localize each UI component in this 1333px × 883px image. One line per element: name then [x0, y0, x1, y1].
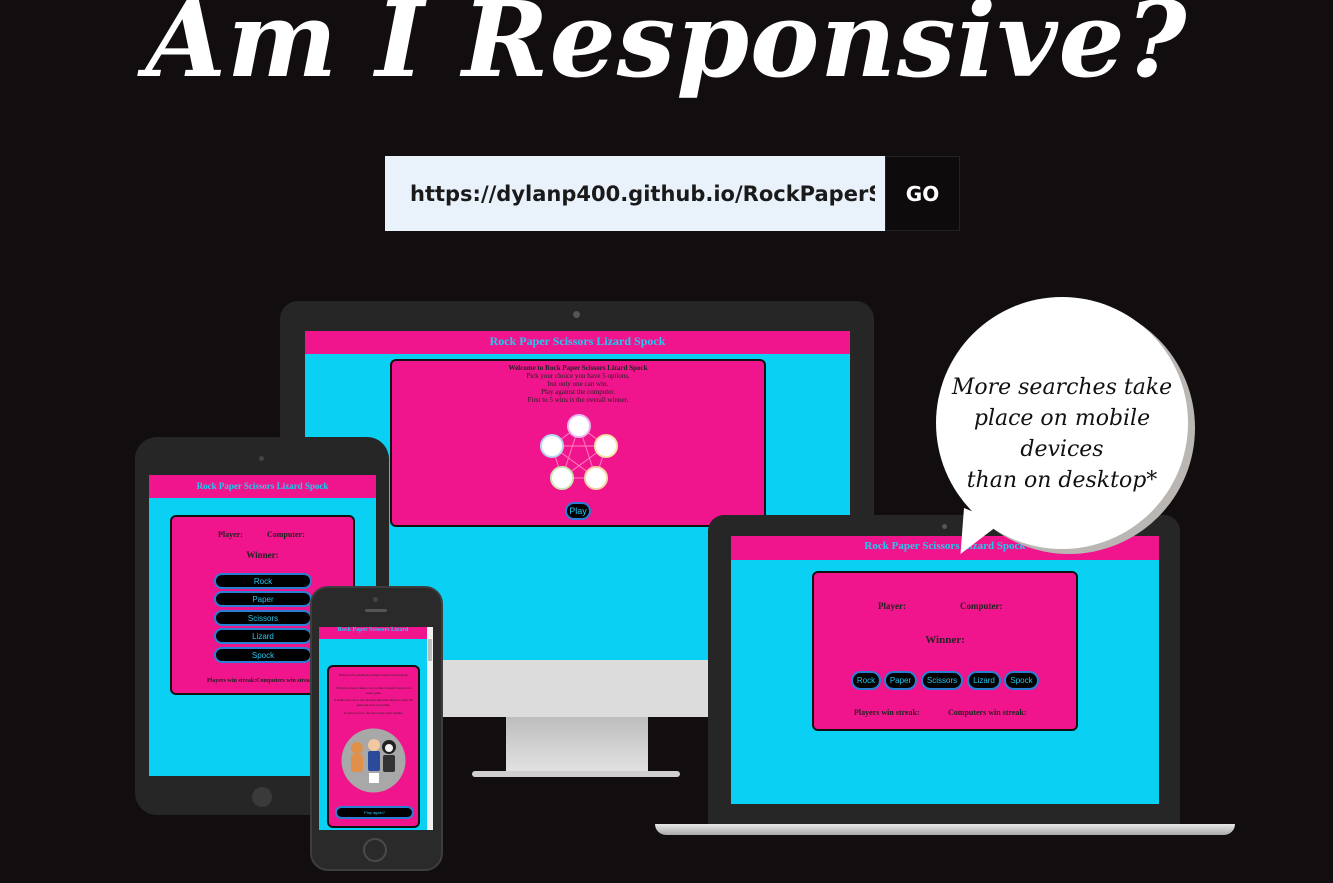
phone-camera — [373, 597, 378, 602]
phone-screen: Rock Paper Scissors Lizard Thank you for… — [319, 627, 433, 830]
phone-home-button — [363, 838, 387, 862]
tablet-player-label: Player: — [218, 530, 243, 539]
speech-bubble-text: More searches take place on mobile devic… — [942, 372, 1182, 496]
page-title: Am I Responsive? — [145, 0, 1188, 101]
phone-text-3: If Rather you won or lost, the most impo… — [334, 698, 413, 707]
phone-scrollbar-thumb[interactable] — [428, 639, 432, 661]
phone-text-1: Thank you for playing Rock Paper Scissor… — [338, 673, 409, 677]
intro-line-4: First to 5 wins is the overall winner. — [527, 396, 629, 404]
phone-game-card: Thank you for playing Rock Paper Scissor… — [327, 665, 420, 828]
tablet-home-button — [252, 787, 272, 807]
phone-speaker — [365, 609, 387, 612]
laptop-game-card: Player: Computer: Winner: Rock Paper Sci… — [812, 571, 1078, 731]
phone-text-4: If you're up for it, feel free to play a… — [343, 711, 404, 715]
url-input[interactable] — [385, 156, 885, 231]
tablet-lizard-button[interactable]: Lizard — [214, 628, 312, 644]
laptop-player-label: Player: — [878, 601, 906, 611]
laptop-screen: Rock Paper Scissors Lizard Spock Player:… — [731, 536, 1159, 804]
laptop-winner-label: Winner: — [925, 634, 965, 646]
intro-line-3: Play against the computer. — [541, 388, 615, 396]
phone-app-header: Rock Paper Scissors Lizard — [319, 627, 427, 639]
intro-line-2: but only one can win. — [547, 380, 609, 388]
tablet-computer-label: Computer: — [267, 530, 305, 539]
bubble-line-2: place on mobile devices — [973, 406, 1151, 462]
desktop-app-header: Rock Paper Scissors Lizard Spock — [305, 331, 850, 354]
desktop-camera — [573, 311, 580, 318]
welcome-text: Welcome to Rock Paper Scissors Lizard Sp… — [508, 364, 648, 372]
laptop-spock-button[interactable]: Spock — [1004, 671, 1039, 690]
laptop-players-streak: Players win streak: — [854, 708, 920, 717]
intro-line-1: Pick your choice you have 5 options, — [526, 372, 630, 380]
laptop-computers-streak: Computers win streak: — [948, 708, 1027, 717]
desktop-game-card: Welcome to Rock Paper Scissors Lizard Sp… — [390, 359, 766, 527]
play-again-button[interactable]: Play again? — [335, 806, 414, 819]
play-button[interactable]: Play — [565, 502, 591, 520]
tablet-camera — [259, 456, 264, 461]
laptop-computer-label: Computer: — [960, 601, 1003, 611]
desktop-stand-base — [472, 771, 680, 777]
go-button[interactable]: GO — [885, 156, 960, 231]
tablet-rock-button[interactable]: Rock — [214, 573, 312, 589]
desktop-stand — [506, 717, 648, 775]
laptop-scissors-button[interactable]: Scissors — [921, 671, 963, 690]
bubble-line-1: More searches take — [951, 375, 1173, 400]
phone-text-2: I'm glad you had a chance to try out thi… — [335, 686, 412, 695]
tablet-scissors-button[interactable]: Scissors — [214, 610, 312, 626]
tablet-winner-label: Winner: — [246, 550, 279, 560]
characters-illustration-icon — [341, 728, 406, 793]
laptop-rock-button[interactable]: Rock — [851, 671, 881, 690]
laptop-camera — [942, 524, 947, 529]
laptop-paper-button[interactable]: Paper — [884, 671, 917, 690]
tablet-spock-button[interactable]: Spock — [214, 647, 312, 663]
bubble-line-3: than on desktop* — [966, 468, 1158, 493]
tablet-streak-text: Players win streak:Computers win streak: — [207, 678, 316, 684]
rpsls-diagram-icon — [540, 414, 618, 490]
laptop-base — [655, 824, 1235, 835]
tablet-paper-button[interactable]: Paper — [214, 591, 312, 607]
laptop-lizard-button[interactable]: Lizard — [967, 671, 1001, 690]
tablet-app-header: Rock Paper Scissors Lizard Spock — [149, 475, 376, 498]
